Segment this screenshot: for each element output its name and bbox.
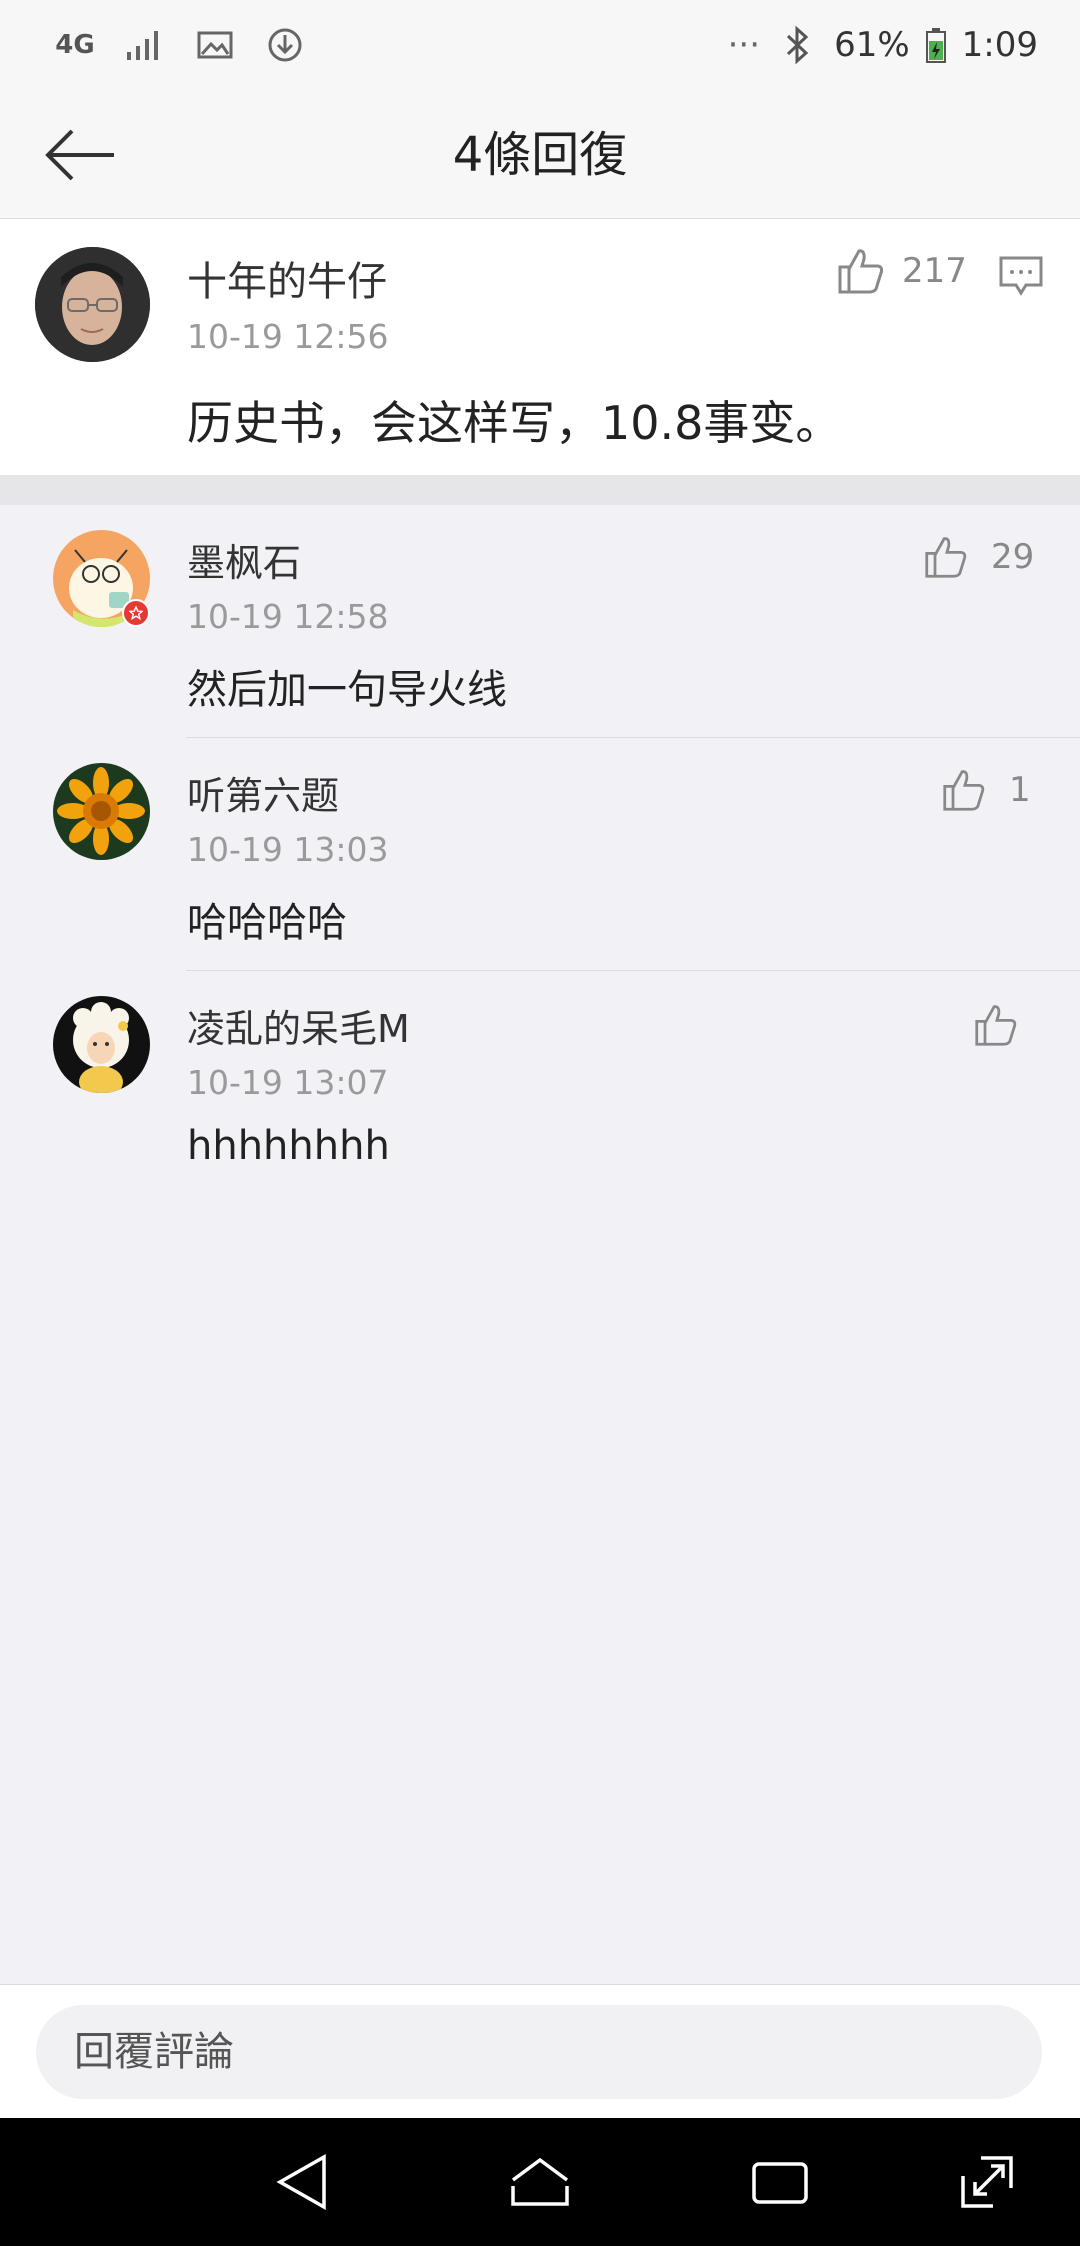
avatar[interactable] bbox=[53, 530, 150, 627]
avatar[interactable] bbox=[53, 763, 150, 860]
list-item: 听第六题 10-19 13:03 哈哈哈哈 1 bbox=[0, 738, 1080, 971]
reply-button[interactable] bbox=[998, 255, 1044, 301]
download-icon bbox=[262, 22, 308, 68]
nav-back-icon bbox=[276, 2153, 326, 2211]
image-icon bbox=[192, 22, 238, 68]
header: 4條回復 bbox=[0, 90, 1080, 219]
nav-expand-button[interactable] bbox=[947, 2142, 1027, 2222]
badge-icon bbox=[122, 599, 150, 627]
list-item: 凌乱的呆毛M 10-19 13:07 hhhhhhhh bbox=[0, 971, 1080, 1204]
timestamp: 10-19 13:03 bbox=[187, 830, 389, 869]
timestamp: 10-19 12:58 bbox=[187, 597, 389, 636]
like-button[interactable] bbox=[973, 1003, 1019, 1047]
username[interactable]: 十年的牛仔 bbox=[187, 249, 387, 307]
comment-icon bbox=[999, 256, 1043, 296]
username[interactable]: 凌乱的呆毛M bbox=[187, 998, 410, 1053]
comment-text: 然后加一句导火线 bbox=[187, 667, 507, 713]
page-title: 4條回復 bbox=[452, 127, 628, 183]
nav-recents-button[interactable] bbox=[740, 2142, 820, 2222]
timestamp: 10-19 13:07 bbox=[187, 1063, 389, 1102]
reply-input-bar bbox=[0, 1984, 1080, 2119]
bluetooth-icon bbox=[774, 22, 820, 68]
like-count: 1 bbox=[1009, 770, 1031, 810]
battery-charging-icon bbox=[924, 22, 948, 68]
nav-expand-icon bbox=[961, 2156, 1013, 2208]
clock: 1:09 bbox=[961, 25, 1038, 65]
status-left: 4G bbox=[52, 20, 308, 70]
system-nav-bar bbox=[0, 2118, 1080, 2246]
comment-text: hhhhhhhh bbox=[187, 1123, 390, 1169]
comment-text: 历史书，会这样写，10.8事变。 bbox=[187, 396, 842, 450]
thumbs-up-icon bbox=[925, 537, 967, 578]
thumbs-up-icon bbox=[975, 1005, 1017, 1046]
list-item: 墨枫石 10-19 12:58 然后加一句导火线 29 bbox=[0, 505, 1080, 738]
status-right: ··· 61% 1:09 bbox=[728, 20, 1038, 70]
battery-percent: 61% bbox=[834, 25, 910, 65]
like-button[interactable]: 217 bbox=[836, 247, 967, 295]
like-button[interactable]: 1 bbox=[941, 768, 1031, 812]
main-comment: 十年的牛仔 10-19 12:56 历史书，会这样写，10.8事变。 217 bbox=[0, 219, 1080, 475]
like-button[interactable]: 29 bbox=[923, 535, 1034, 579]
signal-icon bbox=[122, 22, 168, 68]
avatar[interactable] bbox=[35, 247, 150, 362]
nav-back-button[interactable] bbox=[262, 2142, 342, 2222]
nav-home-icon bbox=[511, 2157, 569, 2206]
reply-input[interactable] bbox=[36, 2005, 1042, 2099]
thumbs-up-icon bbox=[838, 249, 884, 294]
status-bar: 4G ··· 61% 1:09 bbox=[0, 0, 1080, 90]
section-divider bbox=[0, 475, 1080, 505]
nav-recents-icon bbox=[752, 2162, 808, 2204]
comment-text: 哈哈哈哈 bbox=[187, 900, 347, 946]
username[interactable]: 墨枫石 bbox=[187, 532, 301, 587]
avatar[interactable] bbox=[53, 996, 150, 1093]
like-count: 29 bbox=[991, 537, 1035, 577]
username[interactable]: 听第六题 bbox=[187, 765, 339, 820]
like-count: 217 bbox=[902, 251, 967, 291]
more-icon: ··· bbox=[727, 25, 761, 65]
timestamp: 10-19 12:56 bbox=[187, 317, 389, 356]
nav-home-button[interactable] bbox=[500, 2142, 580, 2222]
thumbs-up-icon bbox=[943, 770, 985, 811]
network-4g-icon: 4G bbox=[55, 30, 95, 60]
